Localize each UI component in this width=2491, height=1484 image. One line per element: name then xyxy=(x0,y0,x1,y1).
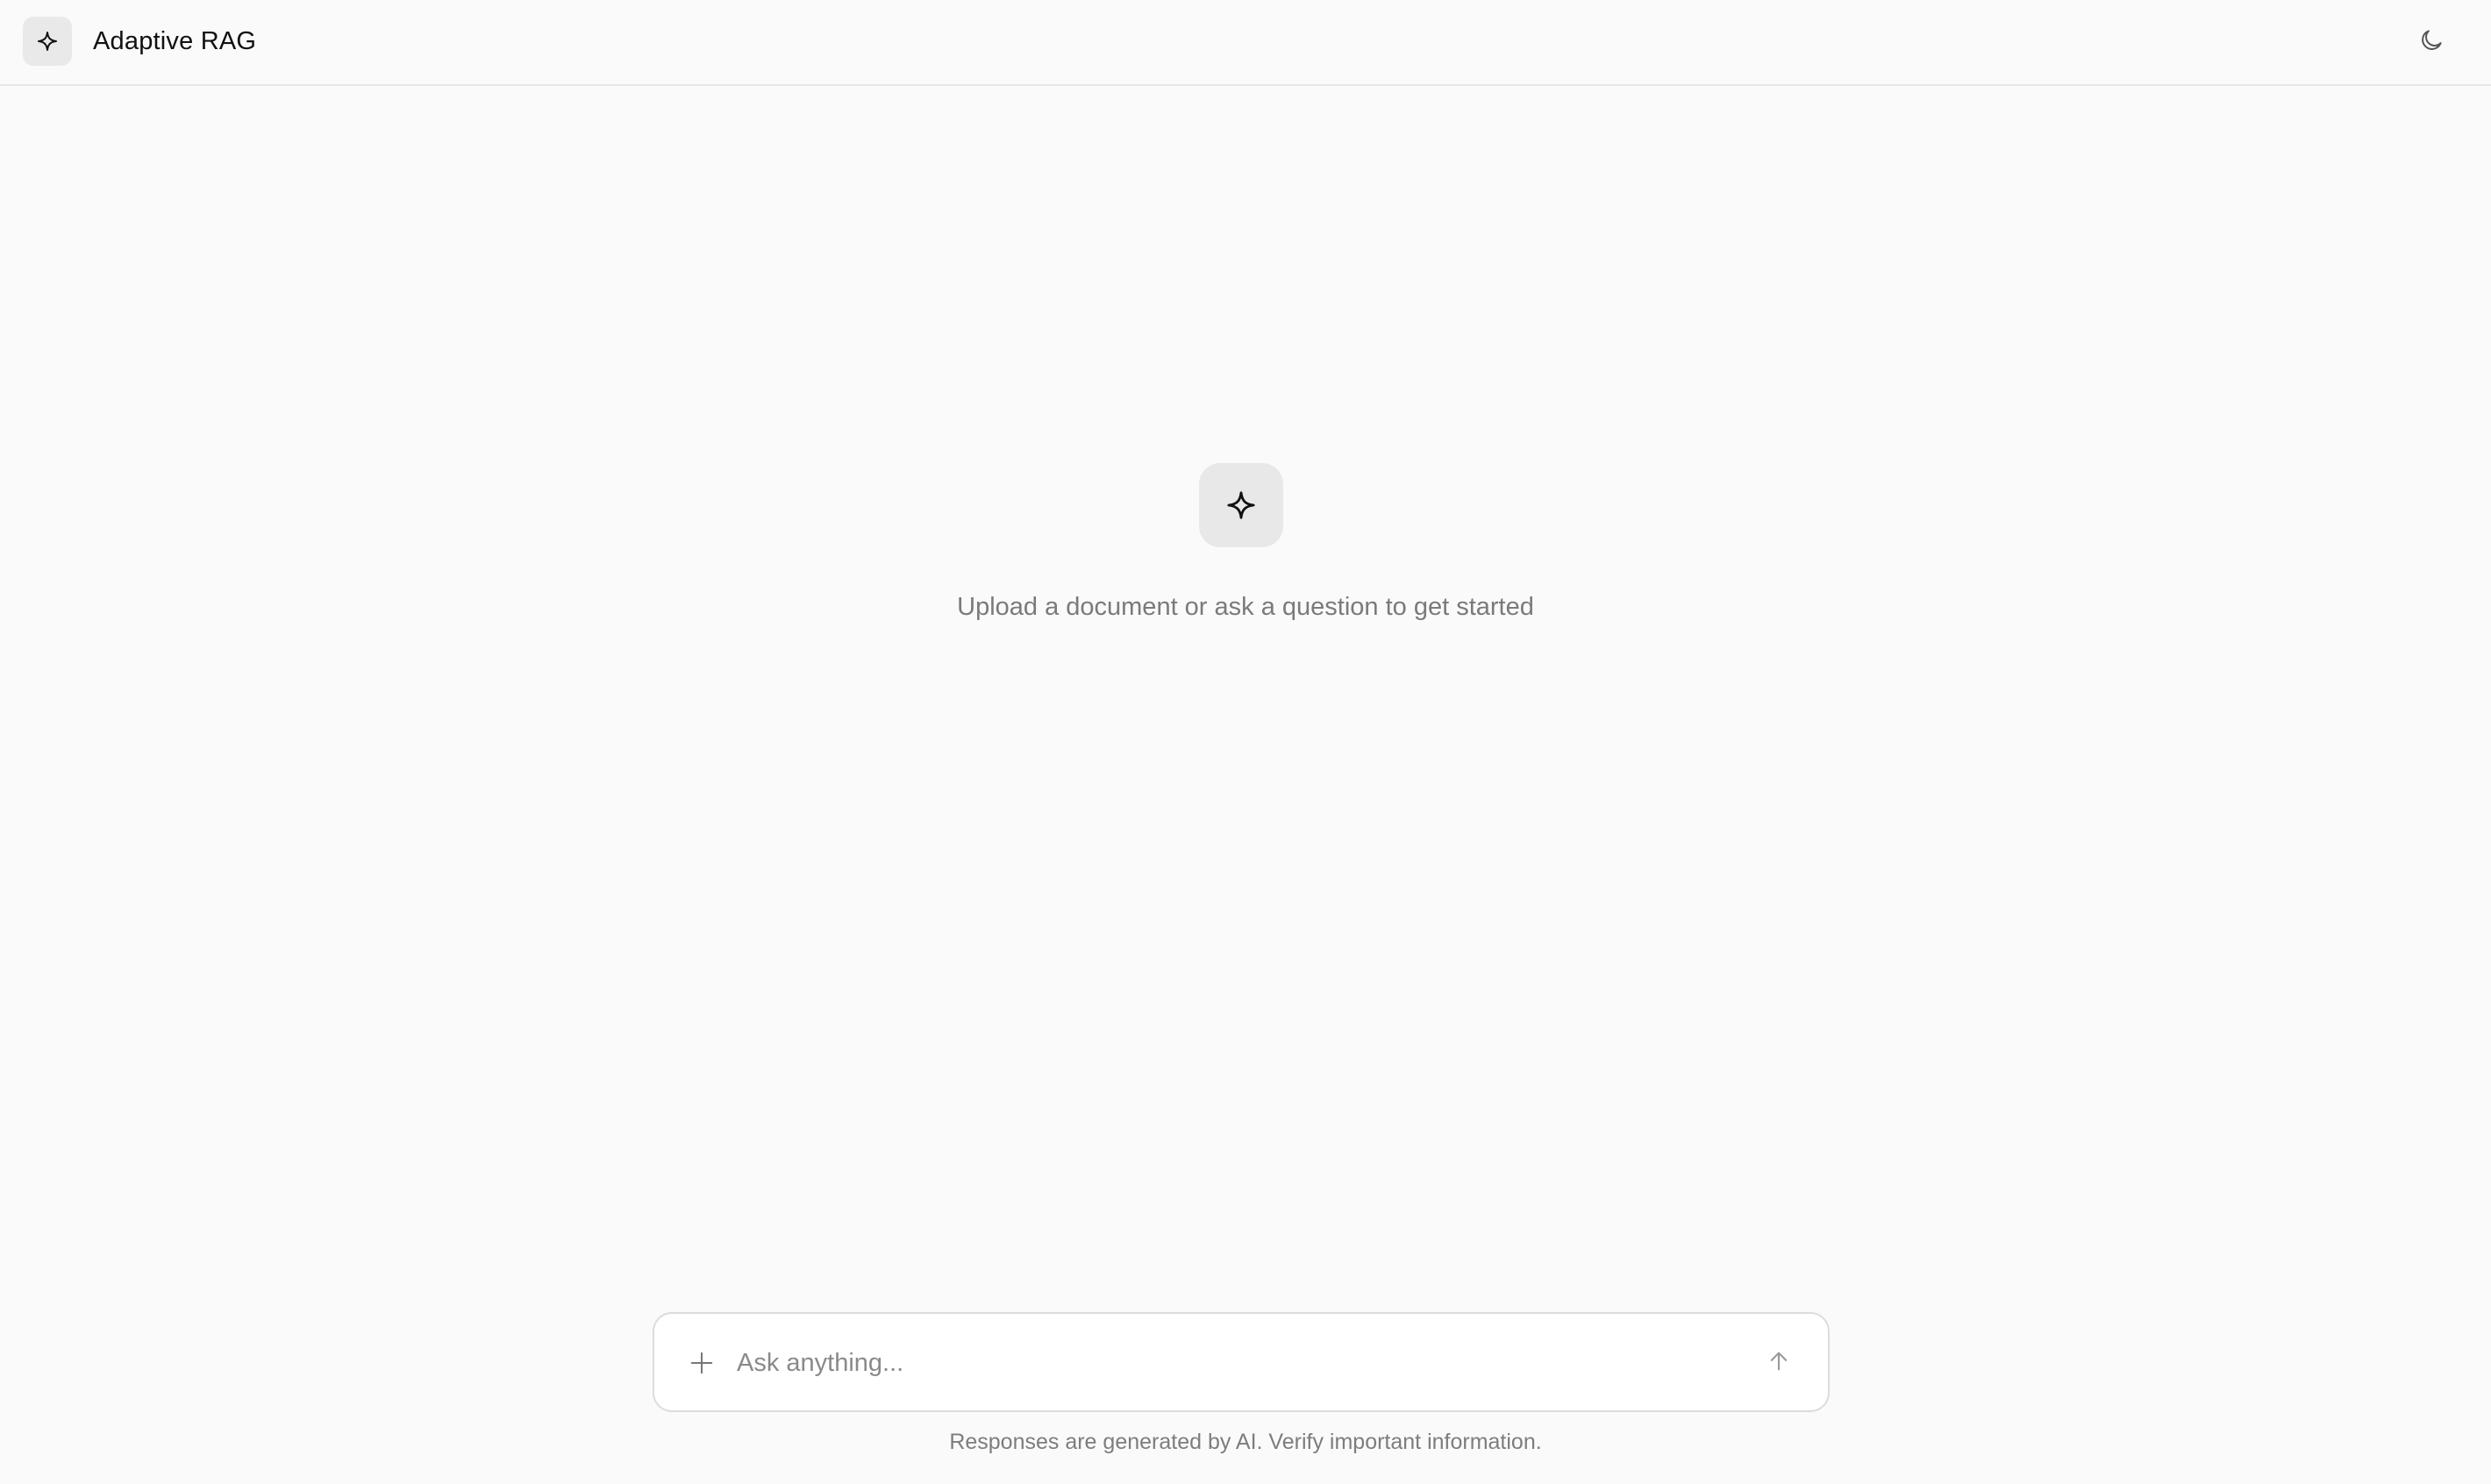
chat-input[interactable] xyxy=(737,1340,1702,1386)
logo xyxy=(23,17,72,66)
arrow-up-icon xyxy=(1770,1352,1788,1371)
send-button[interactable] xyxy=(1761,1344,1796,1379)
ai-disclaimer: Responses are generated by AI. Verify im… xyxy=(949,1430,1542,1454)
app-title: Adaptive RAG xyxy=(93,27,257,55)
moon-icon xyxy=(2422,30,2442,50)
sparkle-icon xyxy=(1227,491,1255,519)
top-bar: Adaptive RAG xyxy=(0,0,2491,86)
app-root: Adaptive RAG Upload a document or ask a … xyxy=(0,0,2491,1484)
sparkle-icon xyxy=(38,32,57,51)
theme-toggle-button[interactable] xyxy=(2414,23,2449,58)
attach-button[interactable] xyxy=(686,1347,717,1379)
empty-state-icon-tile xyxy=(1199,463,1283,547)
chat-composer xyxy=(653,1312,1830,1412)
empty-state-message: Upload a document or ask a question to g… xyxy=(957,593,1534,621)
plus-icon xyxy=(690,1352,713,1374)
